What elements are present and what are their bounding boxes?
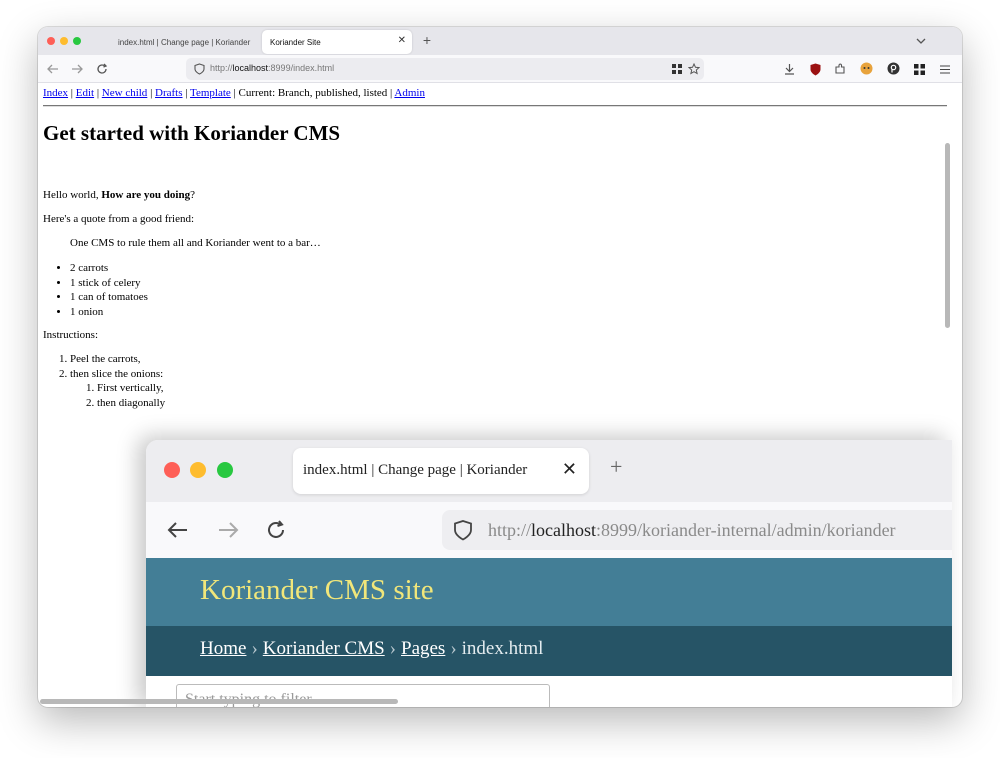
list-item: Peel the carrots, bbox=[70, 352, 165, 367]
breadcrumb-home: Home bbox=[200, 638, 247, 659]
back-icon[interactable] bbox=[46, 62, 60, 76]
nav-link-new-child[interactable]: New child bbox=[102, 87, 148, 99]
inner-close-tab-icon: ✕ bbox=[561, 459, 577, 479]
tab-label: Koriander Site bbox=[270, 37, 321, 47]
menu-icon[interactable] bbox=[938, 62, 952, 76]
inner-forward-icon bbox=[216, 518, 240, 542]
new-tab-button[interactable]: + bbox=[420, 32, 434, 48]
bookmark-star-icon[interactable] bbox=[687, 62, 701, 76]
tab-bar: index.html | Change page | Koriander Kor… bbox=[38, 27, 962, 55]
list-item: 1 onion bbox=[70, 305, 148, 320]
list-item: then slice the onions: First vertically,… bbox=[70, 367, 165, 411]
sub-instructions-list: First vertically, then diagonally bbox=[70, 381, 165, 410]
reload-icon[interactable] bbox=[95, 62, 109, 76]
maximize-window-button[interactable] bbox=[73, 37, 81, 45]
embedded-screenshot: index.html | Change page | Koriander ✕ + bbox=[146, 440, 952, 707]
inner-tab: index.html | Change page | Koriander ✕ bbox=[293, 448, 589, 494]
instructions-label: Instructions: bbox=[43, 329, 98, 341]
breadcrumb: Home › Koriander CMS › Pages › index.html bbox=[200, 638, 544, 659]
tab-change-page[interactable]: index.html | Change page | Koriander bbox=[110, 30, 260, 54]
inner-address-bar: http://localhost:8999/koriander-internal… bbox=[442, 510, 952, 550]
minimize-window-button[interactable] bbox=[60, 37, 68, 45]
list-item: then diagonally bbox=[97, 396, 165, 411]
page-content: Index | Edit | New child | Drafts | Temp… bbox=[38, 83, 952, 707]
inner-back-icon bbox=[166, 518, 190, 542]
extensions-icon[interactable] bbox=[833, 62, 847, 76]
page-title: Get started with Koriander CMS bbox=[43, 121, 341, 145]
breadcrumb-koriander-cms: Koriander CMS bbox=[262, 638, 385, 659]
hello-bold: How are you doing bbox=[101, 189, 191, 201]
nav-link-admin[interactable]: Admin bbox=[394, 87, 425, 99]
nav-link-template[interactable]: Template bbox=[190, 87, 231, 99]
nav-link-drafts[interactable]: Drafts bbox=[155, 87, 183, 99]
quote-intro: Here's a quote from a good friend: bbox=[43, 213, 195, 225]
address-bar[interactable]: http://localhost:8999/index.html bbox=[186, 58, 704, 80]
inner-minimize-dot bbox=[190, 462, 206, 478]
nav-toolbar: http://localhost:8999/index.html bbox=[38, 55, 962, 83]
browser-window: index.html | Change page | Koriander Kor… bbox=[38, 27, 962, 707]
list-item: 1 stick of celery bbox=[70, 276, 148, 291]
profile-icon[interactable] bbox=[859, 61, 874, 76]
vertical-scrollbar[interactable] bbox=[945, 143, 950, 328]
tab-label: index.html | Change page | Koriander bbox=[118, 37, 251, 47]
ingredients-list: 2 carrots 1 stick of celery 1 can of tom… bbox=[70, 261, 148, 319]
site-nav: Index | Edit | New child | Drafts | Temp… bbox=[43, 87, 425, 99]
inner-tab-label: index.html | Change page | Koriander bbox=[303, 462, 528, 478]
nav-separator: | bbox=[230, 87, 239, 99]
list-item: First vertically, bbox=[97, 381, 165, 396]
download-icon[interactable] bbox=[782, 62, 796, 76]
grid-icon[interactable] bbox=[670, 62, 684, 76]
hello-paragraph: Hello world, How are you doing? bbox=[43, 189, 195, 201]
inner-site-header: Koriander CMS site bbox=[146, 558, 952, 626]
current-status: Current: Branch, published, listed bbox=[238, 87, 388, 99]
breadcrumb-current: index.html bbox=[461, 638, 544, 659]
nav-link-index[interactable]: Index bbox=[43, 87, 68, 99]
inner-reload-icon bbox=[264, 518, 288, 542]
inner-tab-bar: index.html | Change page | Koriander ✕ + bbox=[146, 440, 952, 502]
ublock-icon[interactable] bbox=[808, 62, 822, 76]
inner-breadcrumb-bar: Home › Koriander CMS › Pages › index.html bbox=[146, 626, 952, 676]
instructions-list: Peel the carrots, then slice the onions:… bbox=[70, 352, 165, 410]
blockquote: One CMS to rule them all and Koriander w… bbox=[70, 237, 321, 249]
breadcrumb-pages: Pages bbox=[401, 638, 446, 659]
inner-maximize-dot bbox=[217, 462, 233, 478]
inner-new-tab-icon: + bbox=[610, 454, 623, 479]
nav-separator: | bbox=[68, 87, 76, 99]
nav-link-edit[interactable]: Edit bbox=[76, 87, 94, 99]
tab-koriander-site[interactable]: Koriander Site ✕ bbox=[262, 30, 412, 54]
inner-nav-toolbar: http://localhost:8999/koriander-internal… bbox=[146, 502, 952, 558]
tabs-list-icon[interactable] bbox=[914, 34, 928, 48]
list-item: 1 can of tomatoes bbox=[70, 290, 148, 305]
url-text: http://localhost:8999/index.html bbox=[210, 63, 335, 73]
shield-icon[interactable] bbox=[192, 62, 206, 76]
horizontal-scrollbar[interactable] bbox=[40, 699, 398, 704]
nav-separator: | bbox=[94, 87, 102, 99]
inner-close-dot bbox=[164, 462, 180, 478]
forward-icon[interactable] bbox=[70, 62, 84, 76]
close-window-button[interactable] bbox=[47, 37, 55, 45]
inner-site-title: Koriander CMS site bbox=[200, 574, 434, 606]
list-item: 2 carrots bbox=[70, 261, 148, 276]
apps-icon[interactable] bbox=[912, 62, 926, 76]
divider bbox=[43, 105, 947, 107]
inner-shield-icon bbox=[452, 519, 474, 541]
nav-separator: | bbox=[147, 87, 156, 99]
close-tab-icon[interactable]: ✕ bbox=[398, 35, 406, 46]
nav-separator: | bbox=[182, 87, 191, 99]
pocket-icon[interactable] bbox=[886, 61, 901, 76]
inner-url-text: http://localhost:8999/koriander-internal… bbox=[488, 520, 896, 540]
